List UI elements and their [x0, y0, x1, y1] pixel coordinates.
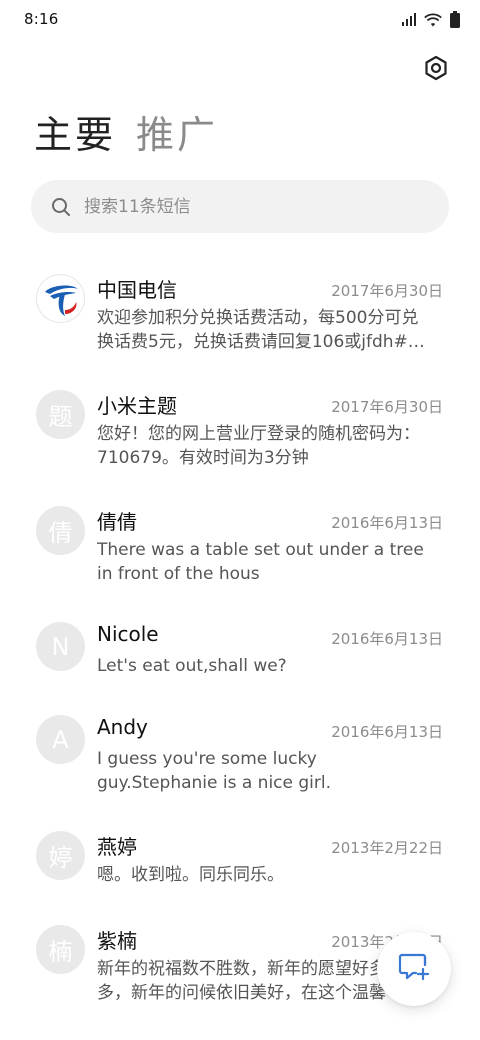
conversation-name: Nicole: [97, 622, 159, 646]
avatar: N: [36, 622, 85, 671]
conversation-name: 中国电信: [97, 278, 177, 302]
conversation-preview: Let's eat out,shall we?: [97, 656, 287, 676]
conversation-item[interactable]: N Nicole 2016年6月13日 Let's eat out,shall …: [0, 606, 480, 699]
conversation-item[interactable]: 倩 倩倩 2016年6月13日 There was a table set ou…: [0, 490, 480, 606]
conversation-preview: 您好！您的网上营业厅登录的随机密码为：710679。有效时间为3分钟: [97, 424, 420, 468]
tab-primary[interactable]: 主要: [34, 110, 116, 160]
signal-icon: [402, 13, 416, 26]
conversation-preview: 欢迎参加积分兑换话费活动，每500分可兑换话费5元，兑换话费请回复106或jfd…: [97, 308, 425, 352]
status-bar: 8:16: [0, 0, 480, 40]
conversation-preview: There was a table set out under a tree i…: [97, 540, 424, 584]
conversation-name: 小米主题: [97, 394, 177, 418]
search-bar[interactable]: [31, 180, 449, 233]
conversation-preview: 嗯。收到啦。同乐同乐。: [97, 865, 284, 885]
avatar: 楠: [36, 925, 85, 974]
settings-icon: [423, 55, 449, 85]
conversation-date: 2016年6月13日: [331, 514, 443, 532]
avatar: 婷: [36, 831, 85, 880]
new-message-icon: [398, 952, 430, 986]
conversation-date: 2016年6月13日: [331, 630, 443, 648]
conversation-date: 2017年6月30日: [331, 398, 443, 416]
avatar: A: [36, 715, 85, 764]
avatar: 倩: [36, 506, 85, 555]
conversation-name: 燕婷: [97, 835, 137, 859]
search-icon: [51, 197, 71, 217]
status-time: 8:16: [24, 10, 59, 28]
conversation-date: 2016年6月13日: [331, 723, 443, 741]
wifi-icon: [424, 13, 442, 27]
conversation-date: 2013年2月22日: [331, 839, 443, 857]
status-icons: [402, 11, 460, 28]
search-input[interactable]: [82, 195, 426, 218]
conversation-item[interactable]: 中国电信 2017年6月30日 欢迎参加积分兑换话费活动，每500分可兑换话费5…: [0, 258, 480, 374]
conversation-name: 倩倩: [97, 510, 137, 534]
conversation-name: 紫楠: [97, 929, 137, 953]
category-tabs: 主要 推广: [34, 110, 218, 160]
battery-icon: [450, 11, 460, 28]
avatar: 题: [36, 390, 85, 439]
settings-button[interactable]: [420, 54, 452, 86]
tab-promotions[interactable]: 推广: [136, 110, 218, 160]
conversation-item[interactable]: A Andy 2016年6月13日 I guess you're some lu…: [0, 699, 480, 815]
conversation-name: Andy: [97, 715, 148, 739]
conversation-item[interactable]: 题 小米主题 2017年6月30日 您好！您的网上营业厅登录的随机密码为：710…: [0, 374, 480, 490]
conversation-item[interactable]: 婷 燕婷 2013年2月22日 嗯。收到啦。同乐同乐。: [0, 815, 480, 908]
china-telecom-logo: [36, 274, 85, 323]
conversation-date: 2017年6月30日: [331, 282, 443, 300]
conversation-preview: I guess you're some lucky guy.Stephanie …: [97, 749, 332, 793]
new-message-button[interactable]: [377, 932, 451, 1006]
